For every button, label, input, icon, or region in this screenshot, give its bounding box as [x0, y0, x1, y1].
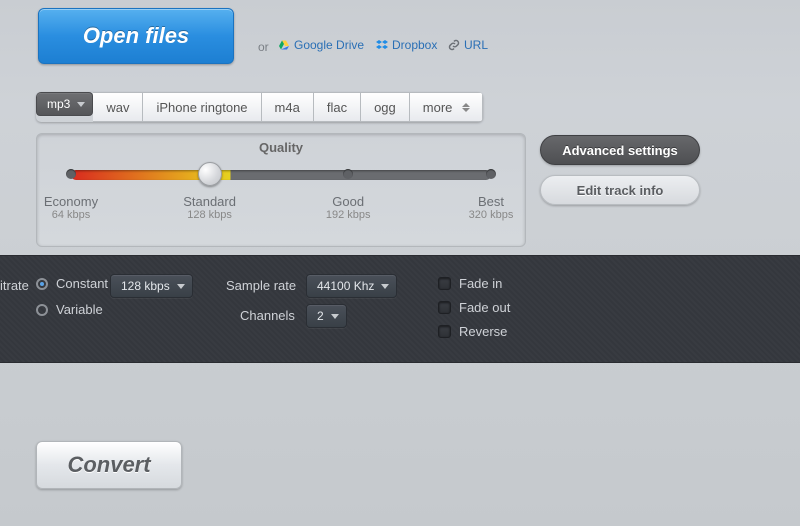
format-tab-label: mp3	[47, 97, 70, 111]
checkbox-icon	[438, 301, 451, 314]
source-google-drive[interactable]: Google Drive	[278, 38, 364, 52]
format-tab-mp3[interactable]: mp3	[36, 92, 93, 116]
bitrate-label: itrate	[0, 278, 29, 293]
quality-tick	[343, 169, 353, 179]
format-tab-label: flac	[327, 100, 347, 115]
convert-button[interactable]: Convert	[36, 441, 182, 489]
fade-out-checkbox[interactable]: Fade out	[438, 300, 510, 315]
samplerate-label: Sample rate	[226, 278, 296, 293]
fade-in-label: Fade in	[459, 276, 502, 291]
format-tab-wav[interactable]: wav	[93, 92, 143, 122]
quality-handle[interactable]	[198, 162, 222, 186]
advanced-settings-button[interactable]: Advanced settings	[540, 135, 700, 165]
fade-in-checkbox[interactable]: Fade in	[438, 276, 502, 291]
quality-stop-label: Economy64 kbps	[36, 194, 106, 221]
format-tab-label: wav	[106, 100, 129, 115]
or-label: or	[258, 40, 269, 54]
quality-panel: Quality Economy64 kbps Standard128 kbps Go…	[36, 133, 526, 247]
format-tab-label: more	[423, 100, 453, 115]
source-dropbox[interactable]: Dropbox	[376, 38, 437, 52]
format-tab-iphone-ringtone[interactable]: iPhone ringtone	[143, 92, 261, 122]
open-files-button[interactable]: Open files	[38, 8, 234, 64]
channels-label: Channels	[240, 308, 295, 323]
bitrate-constant-radio[interactable]: Constant	[36, 276, 108, 291]
quality-stop-label: Best320 kbps	[456, 194, 526, 221]
quality-tick	[66, 169, 76, 179]
edit-track-info-button[interactable]: Edit track info	[540, 175, 700, 205]
quality-stop-label: Good192 kbps	[313, 194, 383, 221]
format-tab-label: iPhone ringtone	[156, 100, 247, 115]
checkbox-icon	[438, 325, 451, 338]
channels-select[interactable]: 2	[306, 304, 347, 328]
dropbox-icon	[376, 39, 388, 51]
quality-stop-label: Standard128 kbps	[175, 194, 245, 221]
reverse-label: Reverse	[459, 324, 507, 339]
format-tabs: mp3 wav iPhone ringtone m4a flac ogg more	[36, 92, 483, 122]
source-url-label: URL	[464, 38, 488, 52]
bitrate-variable-radio[interactable]: Variable	[36, 302, 103, 317]
source-url[interactable]: URL	[448, 38, 488, 52]
format-tab-m4a[interactable]: m4a	[262, 92, 314, 122]
samplerate-select[interactable]: 44100 Khz	[306, 274, 397, 298]
google-drive-icon	[278, 39, 290, 51]
bitrate-select[interactable]: 128 kbps	[110, 274, 193, 298]
format-tab-more[interactable]: more	[410, 92, 484, 122]
quality-tick	[486, 169, 496, 179]
advanced-panel: itrate Constant Variable 128 kbps Sample…	[0, 255, 800, 363]
reverse-checkbox[interactable]: Reverse	[438, 324, 507, 339]
quality-title: Quality	[37, 134, 525, 155]
bitrate-variable-label: Variable	[56, 302, 103, 317]
link-icon	[448, 39, 460, 51]
chevron-updown-icon	[458, 103, 474, 112]
format-tab-label: ogg	[374, 100, 396, 115]
fade-out-label: Fade out	[459, 300, 510, 315]
format-tab-label: m4a	[275, 100, 300, 115]
format-tab-flac[interactable]: flac	[314, 92, 361, 122]
source-dropbox-label: Dropbox	[392, 38, 437, 52]
bitrate-constant-label: Constant	[56, 276, 108, 291]
radio-off-icon	[36, 304, 48, 316]
checkbox-icon	[438, 277, 451, 290]
format-tab-ogg[interactable]: ogg	[361, 92, 410, 122]
source-google-drive-label: Google Drive	[294, 38, 364, 52]
radio-on-icon	[36, 278, 48, 290]
quality-slider[interactable]	[71, 170, 491, 180]
